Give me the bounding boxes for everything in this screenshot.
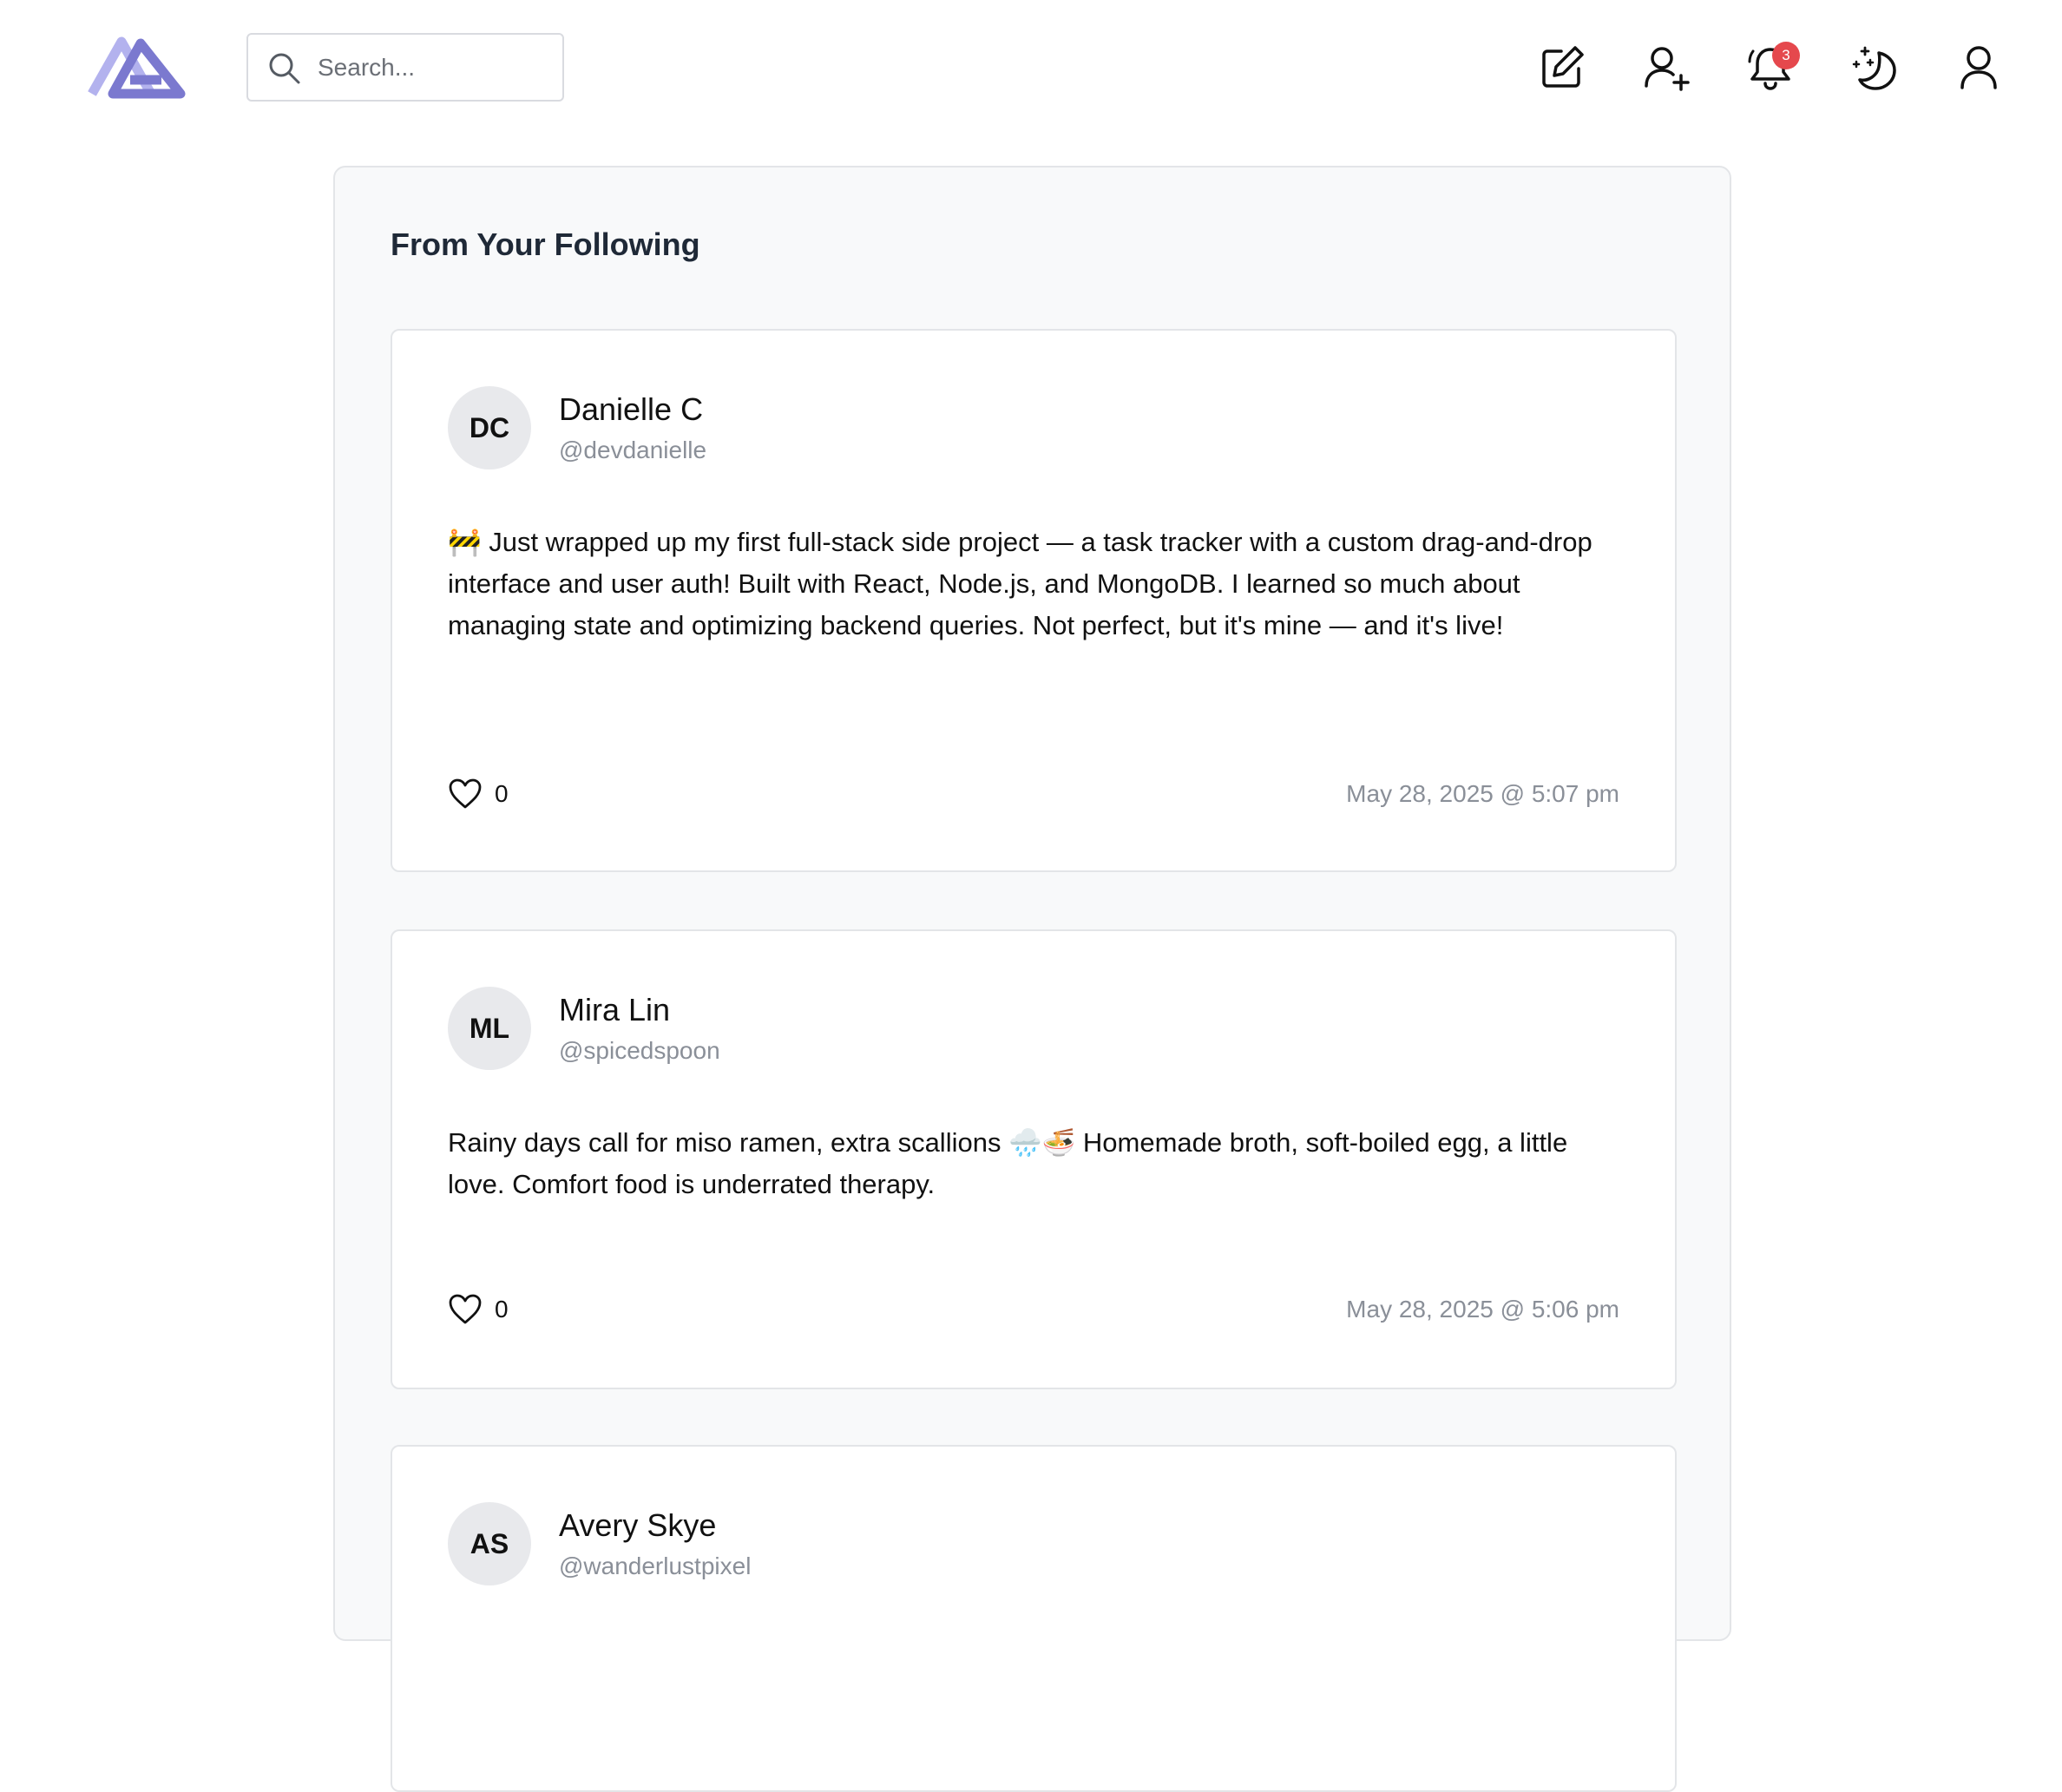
following-feed: From Your Following DC Danielle C @devda… bbox=[333, 166, 1731, 1792]
post-card: ML Mira Lin @spicedspoon Rainy days call… bbox=[391, 929, 1677, 1389]
author-handle[interactable]: @wanderlustpixel bbox=[559, 1552, 751, 1580]
author-name[interactable]: Avery Skye bbox=[559, 1507, 716, 1544]
like-button[interactable]: 0 bbox=[448, 1292, 509, 1327]
avatar[interactable]: AS bbox=[448, 1502, 531, 1585]
like-count: 0 bbox=[495, 1296, 509, 1323]
author-handle[interactable]: @devdanielle bbox=[559, 437, 706, 464]
search-icon bbox=[269, 53, 300, 84]
author-name[interactable]: Danielle C bbox=[559, 391, 703, 428]
compose-post-button[interactable] bbox=[1531, 36, 1593, 99]
add-friend-icon bbox=[1645, 47, 1690, 91]
like-count: 0 bbox=[495, 780, 509, 807]
post-body: 🚧 Just wrapped up my first full-stack si… bbox=[448, 527, 1592, 640]
post-body: Rainy days call for miso ramen, extra sc… bbox=[448, 1127, 1568, 1199]
heart-icon bbox=[449, 1294, 482, 1324]
heart-icon bbox=[449, 778, 482, 809]
notifications-button[interactable]: 3 bbox=[1739, 36, 1802, 99]
top-navigation-bar: 3 bbox=[0, 0, 2062, 135]
author-name[interactable]: Mira Lin bbox=[559, 992, 670, 1028]
post-card: DC Danielle C @devdanielle 🚧 Just wrappe… bbox=[391, 329, 1677, 872]
logo-icon[interactable] bbox=[87, 31, 186, 101]
author-handle[interactable]: @spicedspoon bbox=[559, 1037, 720, 1065]
profile-icon bbox=[1960, 46, 1997, 89]
like-button[interactable]: 0 bbox=[448, 777, 509, 811]
compose-icon bbox=[1542, 46, 1584, 88]
avatar[interactable]: DC bbox=[448, 386, 531, 469]
post-timestamp: May 28, 2025 @ 5:07 pm bbox=[1346, 780, 1619, 807]
moon-stars-icon bbox=[1852, 46, 1896, 90]
post-card: AS Avery Skye @wanderlustpixel bbox=[391, 1445, 1677, 1792]
search-input[interactable] bbox=[318, 45, 552, 90]
profile-button[interactable] bbox=[1947, 36, 2010, 99]
feed-title: From Your Following bbox=[391, 226, 700, 262]
search-box[interactable] bbox=[246, 33, 564, 102]
theme-toggle-button[interactable] bbox=[1843, 36, 1906, 99]
notification-count-badge: 3 bbox=[1772, 42, 1800, 69]
post-timestamp: May 28, 2025 @ 5:06 pm bbox=[1346, 1296, 1619, 1323]
add-friend-button[interactable] bbox=[1635, 36, 1698, 99]
avatar[interactable]: ML bbox=[448, 987, 531, 1070]
